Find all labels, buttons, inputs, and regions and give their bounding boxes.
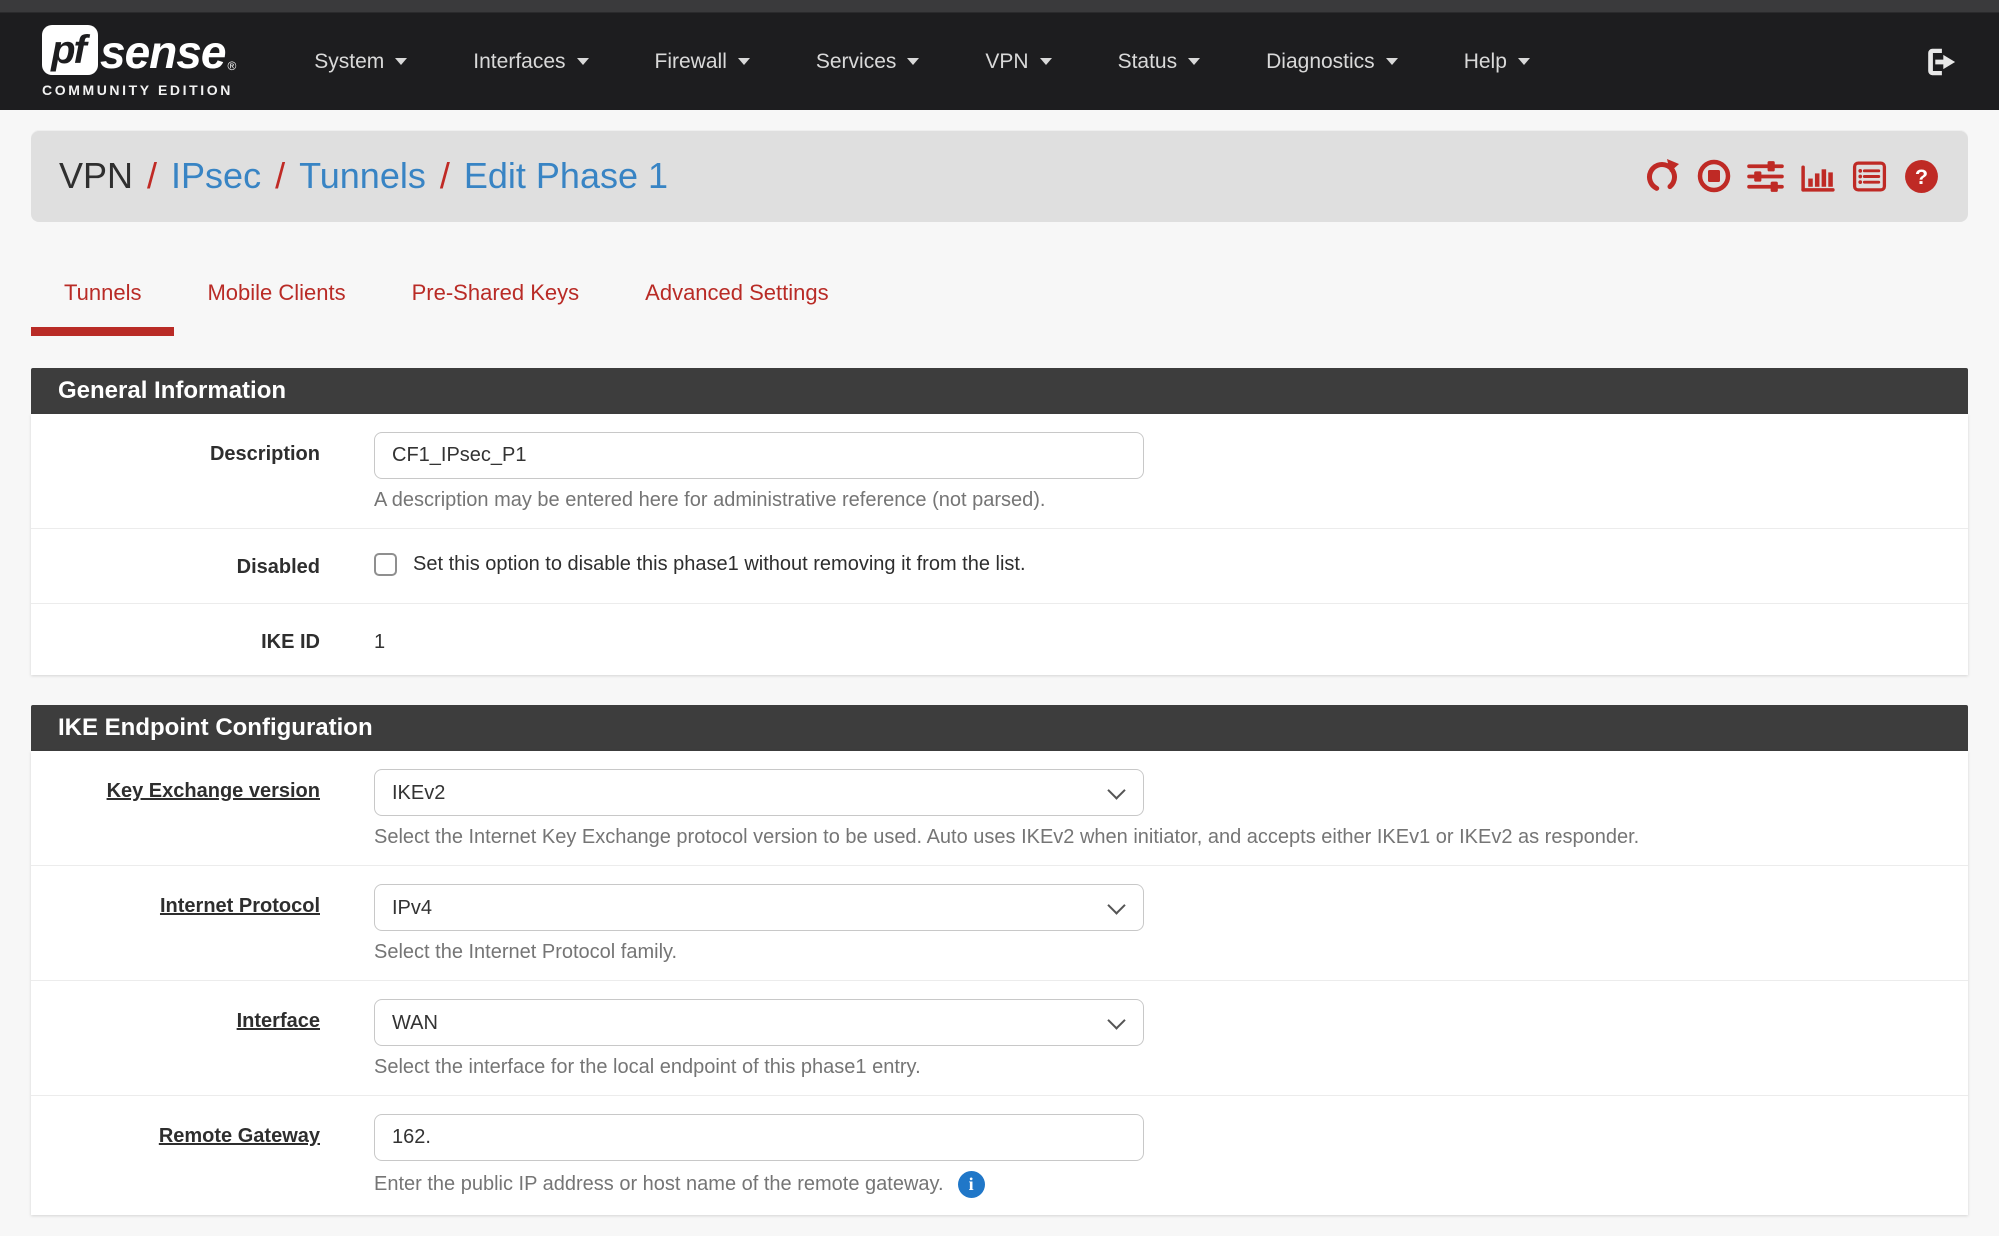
remote-gateway-label[interactable]: Remote Gateway (31, 1114, 374, 1148)
tab-mobile-clients[interactable]: Mobile Clients (174, 280, 378, 336)
tab-pre-shared-keys[interactable]: Pre-Shared Keys (379, 280, 613, 336)
chevron-down-icon (1386, 58, 1398, 65)
chevron-down-icon (395, 58, 407, 65)
sliders-icon[interactable] (1747, 158, 1784, 195)
nav-item-interfaces[interactable]: Interfaces (473, 50, 588, 74)
chevron-down-icon (1188, 58, 1200, 65)
disabled-checkbox-label: Set this option to disable this phase1 w… (413, 553, 1026, 576)
nav-item-diagnostics[interactable]: Diagnostics (1266, 50, 1398, 74)
pfsense-logo[interactable]: pf sense ® COMMUNITY EDITION (42, 25, 236, 98)
nav-item-services[interactable]: Services (816, 50, 920, 74)
tab-label: Advanced Settings (645, 280, 828, 305)
remote-gateway-help-text: Enter the public IP address or host name… (374, 1173, 944, 1196)
breadcrumb-link-edit-phase1[interactable]: Edit Phase 1 (464, 155, 668, 197)
description-help-text: A description may be entered here for ad… (374, 489, 1928, 512)
nav-item-system[interactable]: System (314, 50, 407, 74)
chevron-down-icon (907, 58, 919, 65)
interface-select[interactable]: WAN (374, 999, 1144, 1046)
window-top-strip (0, 0, 1999, 13)
nav-item-label: Status (1118, 50, 1178, 74)
row-internet-protocol: Internet Protocol IPv4 Select the Intern… (31, 865, 1968, 980)
breadcrumb-link-ipsec[interactable]: IPsec (171, 155, 261, 197)
registered-mark: ® (227, 59, 236, 73)
nav-item-help[interactable]: Help (1464, 50, 1530, 74)
row-remote-gateway: Remote Gateway Enter the public IP addre… (31, 1095, 1968, 1214)
chevron-down-icon (577, 58, 589, 65)
internet-protocol-label[interactable]: Internet Protocol (31, 884, 374, 918)
breadcrumb-separator: / (275, 155, 285, 197)
tab-label: Pre-Shared Keys (412, 280, 580, 305)
logo-sense-text: sense (100, 29, 225, 75)
nav-item-status[interactable]: Status (1118, 50, 1201, 74)
breadcrumb-root: VPN (59, 155, 133, 197)
description-input[interactable] (374, 432, 1144, 479)
tab-label: Tunnels (64, 280, 141, 305)
breadcrumb-separator: / (147, 155, 157, 197)
help-icon[interactable]: ? (1903, 158, 1940, 195)
section-title: General Information (31, 368, 1968, 414)
key-exchange-version-select[interactable]: IKEv2 (374, 769, 1144, 816)
nav-item-label: Diagnostics (1266, 50, 1375, 74)
nav-item-label: Help (1464, 50, 1507, 74)
nav-item-firewall[interactable]: Firewall (655, 50, 750, 74)
chevron-down-icon (1518, 58, 1530, 65)
sign-out-icon[interactable] (1923, 45, 1957, 79)
key-exchange-version-label[interactable]: Key Exchange version (31, 769, 374, 803)
main-navbar: pf sense ® COMMUNITY EDITION System Inte… (0, 13, 1999, 110)
key-exchange-help-text: Select the Internet Key Exchange protoco… (374, 826, 1928, 849)
nav-item-label: Services (816, 50, 897, 74)
row-key-exchange-version: Key Exchange version IKEv2 Select the In… (31, 751, 1968, 865)
chevron-down-icon (1040, 58, 1052, 65)
tab-advanced-settings[interactable]: Advanced Settings (612, 280, 861, 336)
navbar-menu: System Interfaces Firewall Services VPN … (314, 50, 1530, 74)
disabled-checkbox[interactable] (374, 553, 397, 576)
internet-protocol-help-text: Select the Internet Protocol family. (374, 941, 1928, 964)
nav-item-label: Interfaces (473, 50, 565, 74)
nav-item-label: System (314, 50, 384, 74)
interface-help-text: Select the interface for the local endpo… (374, 1056, 1928, 1079)
interface-label[interactable]: Interface (31, 999, 374, 1033)
community-edition-label: COMMUNITY EDITION (42, 82, 236, 98)
section-title: IKE Endpoint Configuration (31, 705, 1968, 751)
logo-pf-text: pf (51, 28, 89, 73)
log-list-icon[interactable] (1851, 158, 1888, 195)
description-label: Description (31, 432, 374, 466)
disabled-label: Disabled (31, 553, 374, 579)
pfsense-logo-mark: pf (42, 25, 98, 75)
page-header-bar: VPN / IPsec / Tunnels / Edit Phase 1 (31, 130, 1968, 222)
chevron-down-icon (738, 58, 750, 65)
info-icon[interactable]: i (958, 1171, 985, 1198)
tab-label: Mobile Clients (207, 280, 345, 305)
ipsec-tabs: Tunnels Mobile Clients Pre-Shared Keys A… (31, 280, 1968, 336)
ike-id-label: IKE ID (31, 620, 374, 654)
nav-item-vpn[interactable]: VPN (985, 50, 1051, 74)
row-interface: Interface WAN Select the interface for t… (31, 980, 1968, 1095)
stop-icon[interactable] (1695, 158, 1732, 195)
row-description: Description A description may be entered… (31, 414, 1968, 528)
remote-gateway-input[interactable] (374, 1114, 1144, 1161)
nav-item-label: VPN (985, 50, 1028, 74)
tab-tunnels[interactable]: Tunnels (31, 280, 174, 336)
refresh-icon[interactable] (1643, 158, 1680, 195)
active-tab-underline (31, 327, 174, 336)
section-general-information: General Information Description A descri… (31, 368, 1968, 675)
svg-text:?: ? (1915, 164, 1928, 189)
row-disabled: Disabled Set this option to disable this… (31, 528, 1968, 603)
breadcrumb: VPN / IPsec / Tunnels / Edit Phase 1 (59, 155, 668, 197)
header-action-icons: ? (1643, 158, 1940, 195)
nav-item-label: Firewall (655, 50, 727, 74)
breadcrumb-link-tunnels[interactable]: Tunnels (299, 155, 426, 197)
section-ike-endpoint-configuration: IKE Endpoint Configuration Key Exchange … (31, 705, 1968, 1215)
bar-chart-icon[interactable] (1799, 158, 1836, 195)
internet-protocol-select[interactable]: IPv4 (374, 884, 1144, 931)
breadcrumb-separator: / (440, 155, 450, 197)
ike-id-value: 1 (374, 620, 1928, 654)
row-ike-id: IKE ID 1 (31, 603, 1968, 674)
